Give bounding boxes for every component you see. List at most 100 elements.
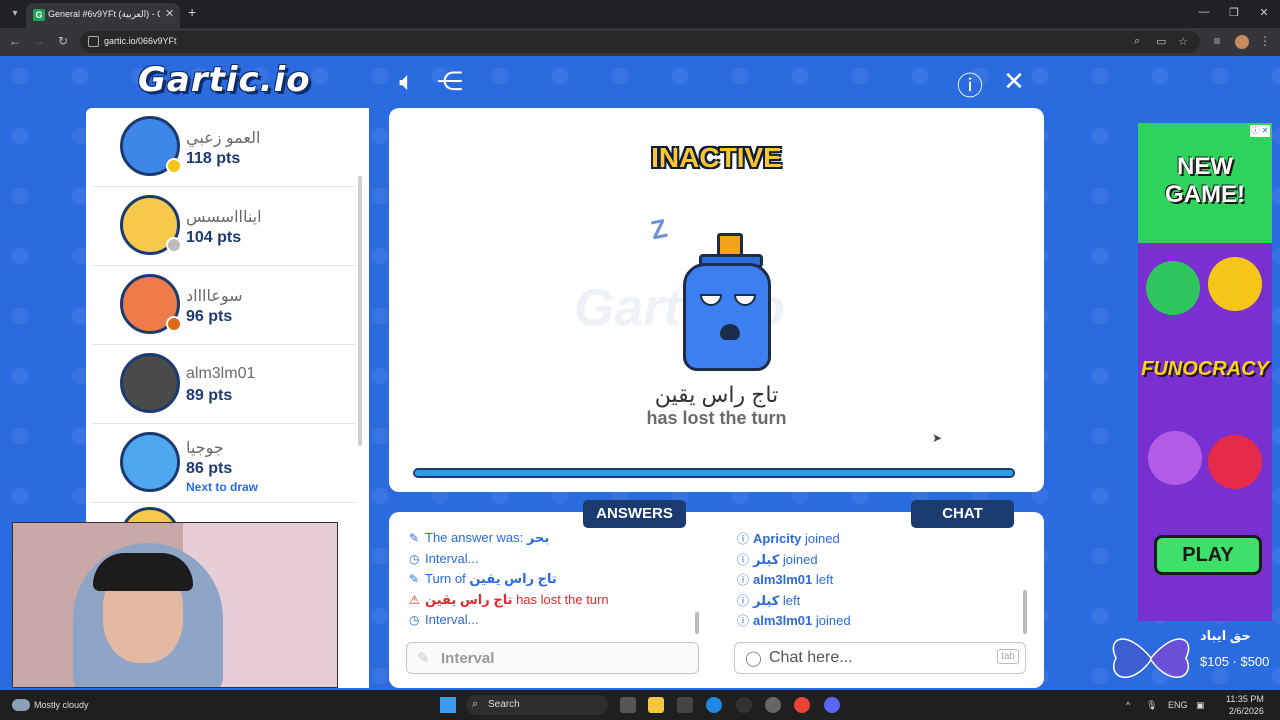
player-points: 96 pts [186,308,233,325]
chat-input-placeholder: Chat here... [769,649,853,666]
sleeping-mascot-icon [683,263,771,371]
player-item[interactable]: سوعااااد 96 pts [92,266,356,345]
clock-icon: ◷ [409,551,420,566]
window-close-icon[interactable]: ✕ [1254,6,1274,19]
chat-line: ⓘ كيلر left [737,592,801,608]
info-icon: ⓘ [737,532,750,546]
drawing-board[interactable]: INACTIVE Gartic.io Z تاج راس يقين has lo… [389,108,1044,492]
reload-icon[interactable]: ↻ [54,34,72,48]
taskbar-search-label: Search [488,699,520,710]
tray-chevron-icon[interactable]: ^ [1126,700,1130,710]
chat-scrollbar[interactable] [1023,590,1027,634]
pencil-icon: ✎ [409,572,420,586]
answer-line: ◷ Interval... [409,612,479,627]
player-status-dot [166,158,182,174]
player-name: سوعااااد [186,288,243,305]
browser-menu-icon[interactable]: ⋮ [1256,34,1274,48]
minimize-icon[interactable]: — [1194,6,1214,18]
forward-icon[interactable]: → [30,34,48,48]
sleep-z-icon: Z [647,212,670,246]
player-item[interactable]: alm3lm01 89 pts [92,345,356,424]
info-icon[interactable]: ⓘ [954,66,986,103]
advertisement[interactable]: ⓘ ✕ NEW GAME! FUNOCRACY PLAY [1138,123,1272,621]
player-item[interactable]: العمو زعبي 118 pts [92,108,356,187]
settings-icon[interactable] [736,697,752,713]
browser-navbar: ← → ↻ gartic.io/066v9YFt ⌕ ▭ ☆ ≡ ⋮ [0,28,1280,56]
status-title: INACTIVE [651,142,782,173]
zoom-icon[interactable]: ⌕ [1134,35,1140,48]
clock-date: 2/6/2026 [1228,706,1264,716]
reading-list-icon[interactable]: ≡ [1208,34,1226,48]
url-text: gartic.io/066v9YFt [104,36,177,46]
exit-icon[interactable]: ✕ [998,66,1030,97]
share-icon[interactable]: ⋲ [434,66,466,97]
thumbs-up-icon [1146,261,1200,315]
player-points: 118 pts [186,150,241,167]
weather-icon[interactable] [12,699,30,711]
chrome-icon[interactable] [794,697,810,713]
warning-icon: ⚠ [409,592,420,607]
file-explorer-icon[interactable] [648,697,664,713]
browser-tab[interactable]: G General #6v9YFt (العربية) - Gartic ✕ [26,3,180,28]
chat-line: ⓘ alm3lm01 left [737,572,834,587]
answer-line: ✎ Turn of تاج راس يقين [409,571,557,586]
gartic-logo[interactable]: Gartic.io [138,60,311,100]
answer-input-placeholder: Interval [441,650,495,667]
answer-line: ⚠ تاج راس يقين has lost the turn [409,591,609,607]
language-indicator[interactable]: ENG [1168,700,1188,710]
windows-start-icon[interactable] [440,697,456,713]
bookmark-star-icon[interactable]: ☆ [1178,35,1188,48]
site-info-icon[interactable] [88,36,99,47]
tab-key-hint: tab [997,649,1019,664]
answer-input[interactable]: ✎ Interval [406,642,699,674]
sound-icon[interactable]: 🔈︎ [391,66,423,98]
network-icon[interactable]: ▣ [1196,700,1205,711]
players-scrollbar[interactable] [358,176,362,446]
player-item[interactable]: جوجيا 86 pts Next to draw [92,424,356,503]
info-icon: ⓘ [737,573,750,587]
player-name: جوجيا [186,440,224,457]
ad-brand: FUNOCRACY [1141,358,1269,380]
restore-icon[interactable]: ❐ [1224,6,1244,19]
webcam-overlay [12,522,338,688]
tab-close-icon[interactable]: ✕ [165,7,174,20]
profile-avatar[interactable] [1235,35,1249,49]
player-name: alm3lm01 [186,365,256,382]
answers-label: ANSWERS [583,500,686,528]
tab-search-icon[interactable]: ▾ [6,5,24,23]
edge-icon[interactable] [706,697,722,713]
mascot-mouth [720,324,740,340]
task-view-icon[interactable] [620,697,636,713]
ad-play-button[interactable]: PLAY [1154,535,1262,575]
chat-list: ⓘ Apricity joined ⓘ كيلر joined ⓘ alm3lm01 … [737,530,1027,636]
windows-taskbar: Mostly cloudy ⌕ Search ^ 🎙︎ ENG ▣ 11:35 … [0,690,1280,720]
player-points: 86 pts [186,460,233,477]
player-name: ايناااسسس [186,209,262,226]
clock-time: 11:35 PM [1226,694,1264,704]
taskbar-search[interactable]: ⌕ Search [466,695,608,715]
discord-icon[interactable] [824,697,840,713]
new-tab-icon[interactable]: + [188,4,196,20]
player-item[interactable]: ايناااسسس 104 pts [92,187,356,266]
tab-title: General #6v9YFt (العربية) - Gartic [48,9,160,19]
player-status-dot [166,237,182,253]
info-icon: ⓘ [737,614,750,628]
app-icon[interactable] [765,697,781,713]
mascot-eye [700,294,722,306]
player-status-dot [166,316,182,332]
install-icon[interactable]: ▭ [1156,35,1166,48]
ad-character-icon [1208,435,1262,489]
address-bar[interactable]: gartic.io/066v9YFt ⌕ ▭ ☆ [80,31,1200,53]
system-clock[interactable]: 11:35 PM 2/6/2026 [1226,693,1264,717]
turn-progress-bar [413,468,1015,478]
weather-text[interactable]: Mostly cloudy [34,700,89,710]
store-icon[interactable] [677,697,693,713]
ad-choices-icon[interactable]: ⓘ ✕ [1250,125,1270,137]
chat-input[interactable]: ◯ Chat here... tab [734,642,1026,674]
answers-scrollbar[interactable] [695,612,699,634]
back-icon[interactable]: ← [6,34,24,48]
mic-icon[interactable]: 🎙︎ [1146,700,1157,711]
ad-character-icon [1148,431,1202,485]
chat-bubble-icon: ◯ [745,650,762,667]
player-points: 89 pts [186,387,233,404]
